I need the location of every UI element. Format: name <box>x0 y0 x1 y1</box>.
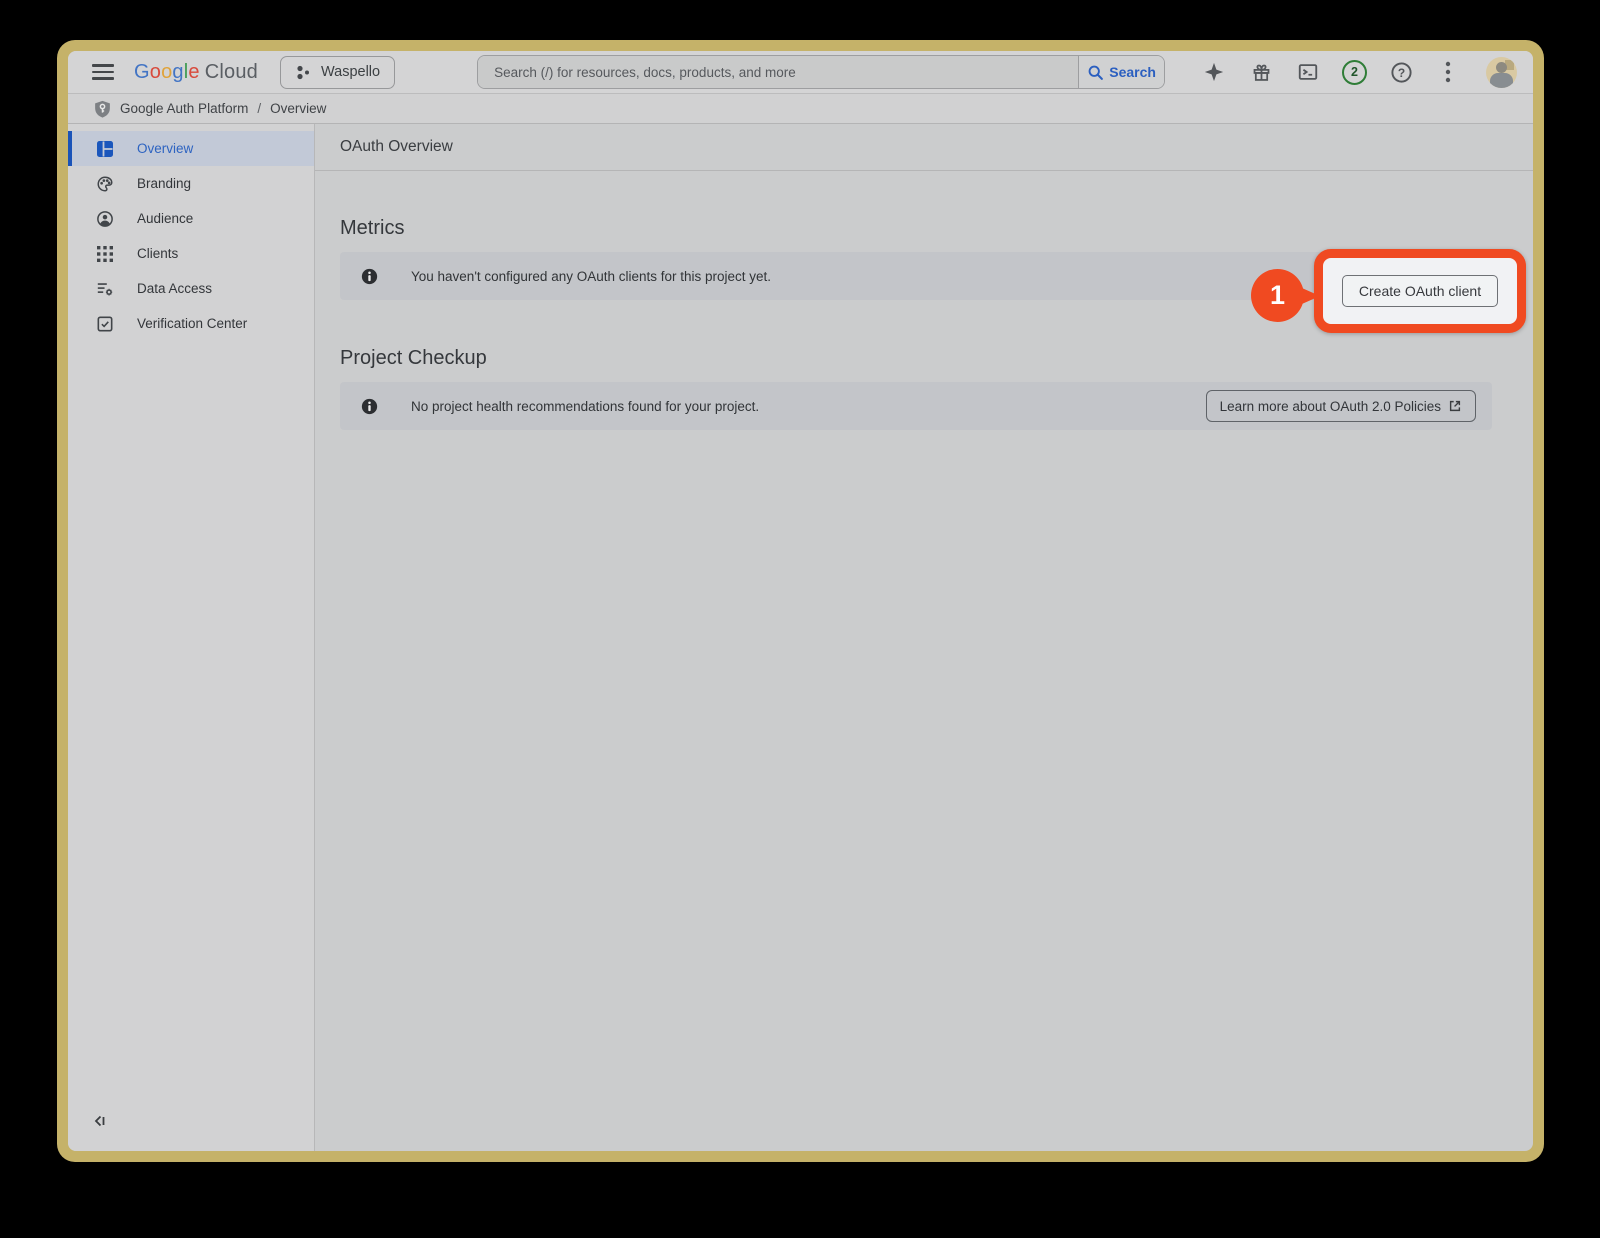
sidebar-item-clients[interactable]: Clients <box>68 236 314 271</box>
top-bar: Go o g l e Cloud Waspello Search (/) for… <box>68 51 1533 94</box>
console-screen: Go o g l e Cloud Waspello Search (/) for… <box>68 51 1533 1151</box>
create-oauth-client-button[interactable]: Create OAuth client <box>1341 275 1499 307</box>
annotation-step-number: 1 <box>1269 280 1286 310</box>
logo-letter: o <box>161 60 173 83</box>
gemini-sparkle-icon[interactable] <box>1201 59 1227 85</box>
sidebar-item-verification-center[interactable]: Verification Center <box>68 306 314 341</box>
avatar-head <box>1496 61 1507 73</box>
google-cloud-logo[interactable]: Go o g l e Cloud <box>134 61 258 84</box>
sidebar-item-label: Branding <box>137 176 192 191</box>
check-box-icon <box>96 315 114 333</box>
palette-icon <box>96 175 114 193</box>
external-link-icon <box>1449 400 1461 412</box>
logo-letter: G <box>134 60 150 83</box>
learn-more-oauth-policies-button[interactable]: Learn more about OAuth 2.0 Policies <box>1205 390 1476 422</box>
cloud-shell-icon[interactable] <box>1295 59 1321 85</box>
notifications-badge[interactable]: 2 <box>1342 59 1367 85</box>
browser-window-frame: Go o g l e Cloud Waspello Search (/) for… <box>57 40 1544 1162</box>
sidebar-item-data-access[interactable]: Data Access <box>68 271 314 306</box>
avatar-torso <box>1490 72 1513 88</box>
shield-key-icon <box>95 100 110 118</box>
project-name: Waspello <box>321 64 381 80</box>
project-checkup-heading: Project Checkup <box>340 347 487 369</box>
metrics-heading: Metrics <box>340 217 405 239</box>
breadcrumb-current[interactable]: Overview <box>270 101 326 116</box>
logo-letter: o <box>149 60 162 83</box>
menu-icon[interactable] <box>92 60 116 84</box>
user-avatar[interactable] <box>1486 56 1517 88</box>
collapse-sidebar-icon[interactable] <box>92 1113 112 1133</box>
breadcrumb: Google Auth Platform / Overview <box>68 94 1533 124</box>
sidebar-item-label: Clients <box>137 246 179 261</box>
sidebar-item-label: Audience <box>137 211 194 226</box>
global-search: Search <box>477 55 1166 89</box>
breadcrumb-separator: / <box>257 101 262 116</box>
top-bar-actions: 2 ? <box>1201 56 1517 88</box>
project-icon <box>297 65 309 79</box>
svg-text:?: ? <box>1397 65 1404 79</box>
info-icon <box>361 268 378 284</box>
page-title: OAuth Overview <box>340 138 453 155</box>
project-checkup-banner-text: No project health recommendations found … <box>411 398 760 414</box>
list-settings-icon <box>96 280 114 298</box>
sidebar-item-branding[interactable]: Branding <box>68 166 314 201</box>
sidebar-item-label: Verification Center <box>137 316 248 331</box>
learn-more-label: Learn more about OAuth 2.0 Policies <box>1219 398 1441 414</box>
sidebar-item-label: Overview <box>137 141 194 156</box>
search-button[interactable]: Search <box>1078 56 1165 88</box>
page-header: OAuth Overview <box>315 124 1533 171</box>
project-checkup-banner: No project health recommendations found … <box>340 382 1492 430</box>
project-selector[interactable]: Waspello <box>280 55 396 89</box>
more-vert-icon[interactable] <box>1435 59 1461 85</box>
metrics-banner-text: You haven't configured any OAuth clients… <box>411 268 772 284</box>
help-icon[interactable]: ? <box>1388 59 1414 85</box>
logo-letter: e <box>188 60 200 83</box>
search-button-label: Search <box>1109 64 1156 80</box>
sidebar-nav: Overview Branding Audience Clients Data … <box>68 124 315 1151</box>
info-icon <box>361 398 378 414</box>
search-input[interactable] <box>478 56 1079 88</box>
sidebar-item-label: Data Access <box>137 281 213 296</box>
notification-count: 2 <box>1351 65 1358 79</box>
dashboard-icon <box>96 140 114 158</box>
logo-letter: g <box>172 60 184 83</box>
search-icon <box>1088 65 1104 80</box>
sidebar-item-audience[interactable]: Audience <box>68 201 314 236</box>
gift-icon[interactable] <box>1248 59 1274 85</box>
annotation-highlight-box: Create OAuth client <box>1314 249 1526 333</box>
apps-grid-icon <box>96 245 114 263</box>
person-icon <box>96 210 114 228</box>
annotation-step-marker: 1 <box>1251 269 1304 322</box>
sidebar-item-overview[interactable]: Overview <box>68 131 314 166</box>
breadcrumb-root[interactable]: Google Auth Platform <box>120 101 248 116</box>
logo-cloud-text: Cloud <box>204 60 258 83</box>
